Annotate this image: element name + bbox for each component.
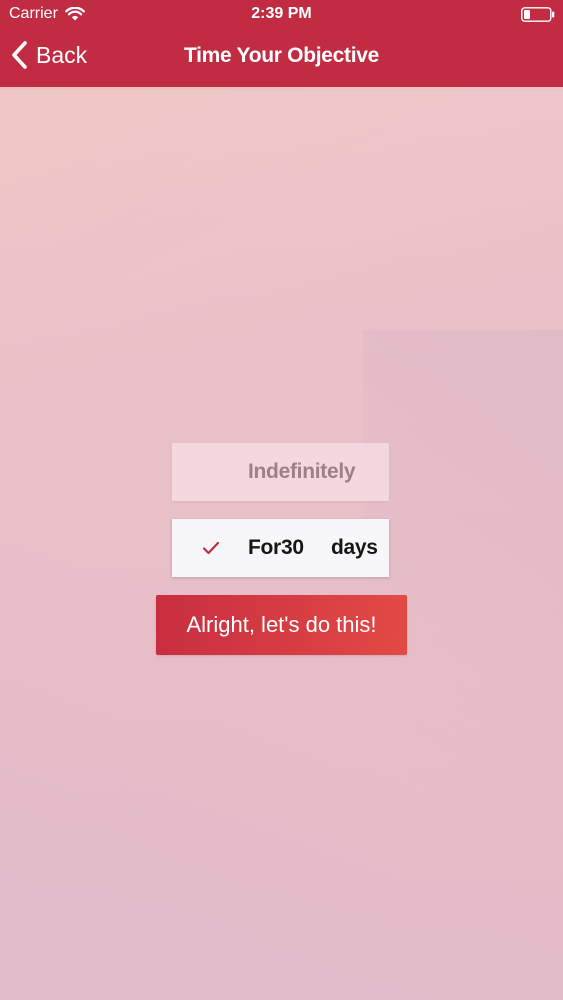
status-bar: Carrier 2:39 PM <box>0 0 563 30</box>
days-unit-label: days <box>331 536 378 559</box>
option-for-days[interactable]: For 30 days <box>172 519 389 577</box>
days-count-input[interactable]: 30 <box>281 536 304 560</box>
option-indefinitely-label: Indefinitely <box>248 460 356 483</box>
navigation-bar: Back Time Your Objective <box>0 30 563 87</box>
days-prefix-label: For <box>248 536 281 559</box>
option-indefinitely[interactable]: Indefinitely <box>172 443 389 501</box>
page-title: Time Your Objective <box>183 44 380 67</box>
check-icon <box>202 541 220 555</box>
background-facet <box>363 330 563 980</box>
status-time: 2:39 PM <box>251 5 312 22</box>
confirm-button[interactable]: Alright, let's do this! <box>156 595 407 655</box>
battery-icon <box>521 7 555 22</box>
